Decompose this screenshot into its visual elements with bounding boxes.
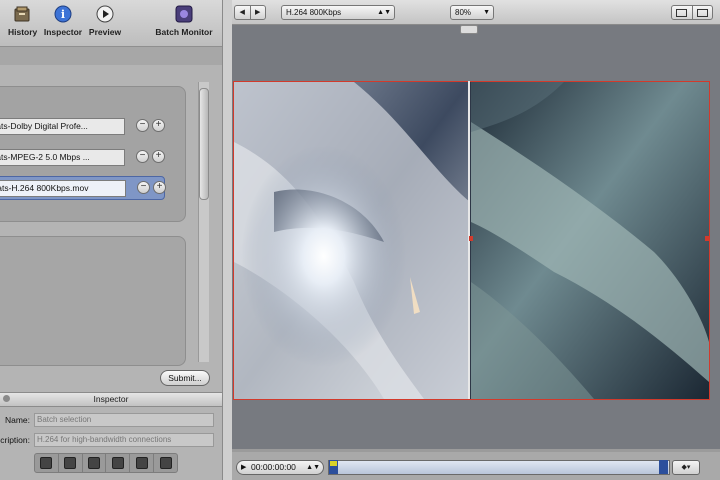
crop-handle[interactable] <box>705 236 710 241</box>
chevron-down-icon: ▼ <box>483 9 490 16</box>
tab-filters[interactable] <box>106 454 131 472</box>
view-output-button[interactable] <box>693 6 713 19</box>
scroll-thumb[interactable] <box>199 88 209 200</box>
remove-icon[interactable]: − <box>137 181 150 194</box>
play-icon[interactable]: ▶ <box>241 461 246 474</box>
name-label: Name: <box>4 415 30 425</box>
timecode-value: 00:00:00:00 <box>251 462 296 472</box>
batch-job-group: flats-Dolby Digital Profe... − + flats-M… <box>0 86 186 222</box>
next-icon[interactable]: ▶ <box>251 6 266 19</box>
batch-empty-area <box>0 236 186 366</box>
setting-popup[interactable]: H.264 800Kbps ▲▼ <box>281 5 395 20</box>
marker-popup[interactable]: ◆▾ <box>672 460 700 475</box>
zoom-value: 80% <box>455 8 472 17</box>
stepper-icon[interactable]: ▲▼ <box>306 461 320 474</box>
name-field[interactable]: Batch selection <box>34 413 214 427</box>
playhead-icon[interactable] <box>330 461 337 466</box>
zoom-popup[interactable]: 80% ▼ <box>450 5 494 20</box>
batch-toolbar: History i Inspector Preview Batch Monito… <box>0 0 222 47</box>
submit-button[interactable]: Submit... <box>160 370 210 386</box>
geometry-icon <box>135 457 148 469</box>
view-source-button[interactable] <box>672 6 693 19</box>
out-point-marker[interactable] <box>659 460 668 474</box>
tab-encoder[interactable] <box>59 454 83 472</box>
job-row-selected[interactable]: flats-H.264 800Kbps.mov − + <box>0 176 166 200</box>
add-icon[interactable]: + <box>153 181 166 194</box>
encoder-icon <box>64 457 77 469</box>
previous-icon[interactable]: ◀ <box>235 6 251 19</box>
nav-buttons: ◀ ▶ <box>234 5 266 20</box>
remove-icon[interactable]: − <box>136 119 149 132</box>
split-handle[interactable] <box>460 25 478 34</box>
output-view-icon <box>696 8 708 17</box>
batch-monitor-button[interactable]: Batch Monitor <box>154 4 214 37</box>
job-name[interactable]: flats-MPEG-2 5.0 Mbps ... <box>0 149 125 166</box>
description-field[interactable]: H.264 for high-bandwidth connections <box>34 433 214 447</box>
tab-frame-controls[interactable] <box>83 454 107 472</box>
filters-icon <box>111 457 124 469</box>
tab-summary[interactable] <box>35 454 59 472</box>
history-button[interactable]: History <box>8 4 37 37</box>
job-row[interactable]: flats-Dolby Digital Profe... − + <box>0 115 165 137</box>
play-icon <box>95 4 115 24</box>
tab-actions[interactable] <box>154 454 177 472</box>
preview-button[interactable]: Preview <box>88 4 122 37</box>
svg-text:i: i <box>61 8 65 21</box>
gear-icon <box>159 457 172 469</box>
add-icon[interactable]: + <box>152 119 165 132</box>
remove-icon[interactable]: − <box>136 150 149 163</box>
chevron-down-icon: ▲▼ <box>377 9 391 16</box>
view-mode-buttons <box>671 5 713 20</box>
add-icon[interactable]: + <box>152 150 165 163</box>
setting-popup-value: H.264 800Kbps <box>286 8 342 17</box>
inspector-title: Inspector <box>0 392 222 407</box>
history-icon <box>12 4 32 24</box>
job-name[interactable]: flats-Dolby Digital Profe... <box>0 118 125 135</box>
toolbar-separator <box>0 47 222 65</box>
close-icon[interactable] <box>3 395 10 402</box>
timecode-field[interactable]: ▶ 00:00:00:00 ▲▼ <box>236 460 324 475</box>
job-name[interactable]: flats-H.264 800Kbps.mov <box>0 180 126 197</box>
inspector-tabs <box>34 453 178 473</box>
crop-handle[interactable] <box>469 236 473 241</box>
job-row[interactable]: flats-MPEG-2 5.0 Mbps ... − + <box>0 146 165 168</box>
chevron-down-icon: ◆▾ <box>681 464 691 471</box>
split-view-icon <box>676 8 688 17</box>
timeline-scrubber[interactable] <box>328 460 670 475</box>
summary-icon <box>40 457 53 469</box>
tab-geometry[interactable] <box>130 454 155 472</box>
batch-monitor-icon <box>174 4 194 24</box>
description-label: cription: <box>0 435 30 445</box>
frame-controls-icon <box>88 457 101 469</box>
info-icon: i <box>53 4 73 24</box>
inspector-button[interactable]: i Inspector <box>42 4 84 37</box>
